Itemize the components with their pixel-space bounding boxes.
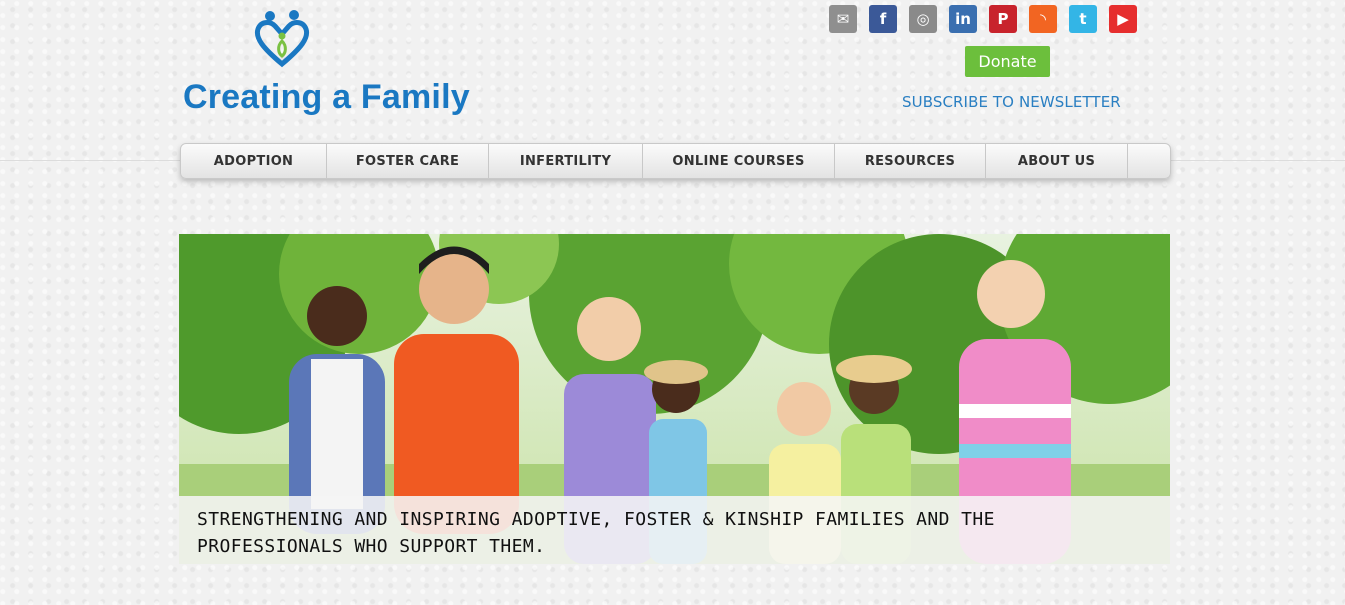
facebook-icon[interactable]: f [869,5,897,33]
nav-item-resources[interactable]: RESOURCES [835,144,986,178]
pinterest-icon[interactable]: P [989,5,1017,33]
main-nav: ADOPTION FOSTER CARE INFERTILITY ONLINE … [180,143,1171,179]
nav-item-infertility[interactable]: INFERTILITY [489,144,643,178]
nav-item-foster-care[interactable]: FOSTER CARE [327,144,489,178]
subscribe-newsletter-link[interactable]: SUBSCRIBE TO NEWSLETTER [902,93,1121,111]
logo[interactable]: Creating a Family [183,8,513,120]
hero-banner: Strengthening and inspiring adoptive, fo… [179,234,1170,564]
nav-item-about-us[interactable]: ABOUT US [986,144,1128,178]
twitter-icon[interactable]: t [1069,5,1097,33]
youtube-icon[interactable]: ▶ [1109,5,1137,33]
instagram-icon[interactable]: ◎ [909,5,937,33]
nav-item-adoption[interactable]: ADOPTION [181,144,327,178]
logo-wordmark: Creating a Family [183,78,470,116]
email-icon[interactable]: ✉ [829,5,857,33]
rss-icon[interactable]: ◝ [1029,5,1057,33]
social-icons: ✉ f ◎ in P ◝ t ▶ [829,5,1137,33]
hero-caption: Strengthening and inspiring adoptive, fo… [179,496,1170,564]
linkedin-icon[interactable]: in [949,5,977,33]
family-heart-icon [254,10,310,68]
donate-button[interactable]: Donate [965,46,1050,77]
nav-item-online-courses[interactable]: ONLINE COURSES [643,144,835,178]
